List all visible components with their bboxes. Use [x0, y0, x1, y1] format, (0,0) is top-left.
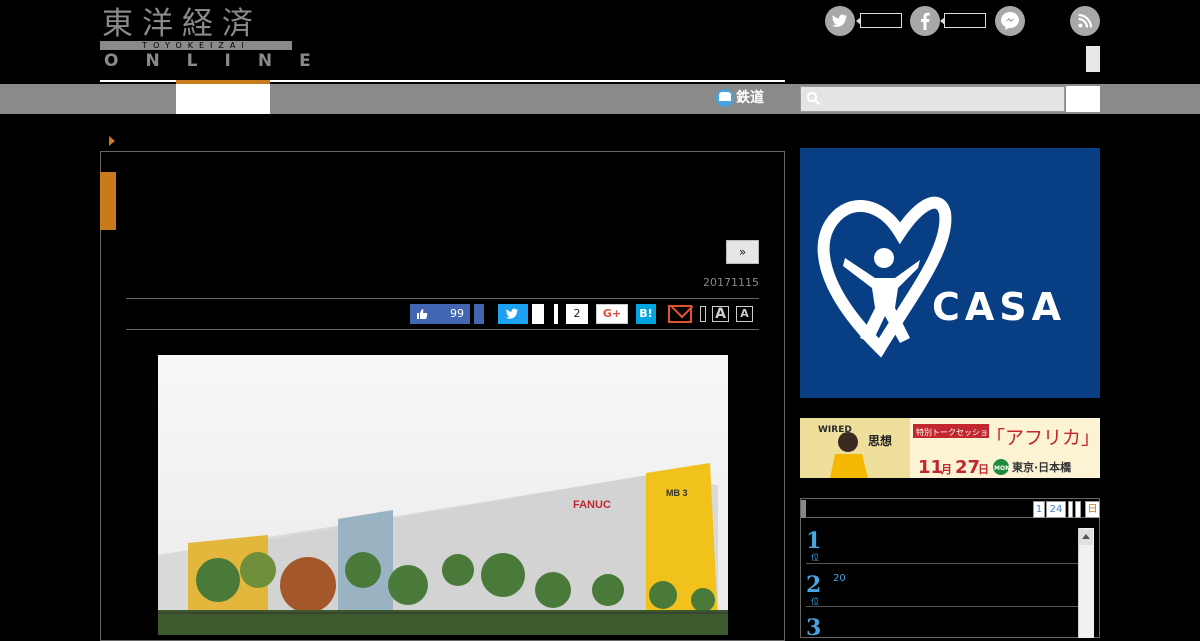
casa-ad-text: CASA [932, 285, 1067, 329]
thumbs-up-icon [417, 309, 428, 319]
tweet-button[interactable] [498, 304, 528, 324]
next-page-button[interactable]: » [726, 240, 759, 264]
ranking-tab-3[interactable] [1068, 501, 1073, 518]
wired-africa-ad-banner[interactable]: WIRED 思想 特別トークセッション 「アフリカ」 11 月 27 日 MON… [800, 418, 1100, 478]
pocket-count: 2 [566, 304, 588, 324]
twitter-bird-icon [506, 308, 518, 319]
building-sign-fanuc: FANUC [573, 499, 611, 511]
ad-date-month-num: 11 [918, 457, 943, 478]
ranking-tab-24h[interactable]: 24 [1046, 501, 1066, 518]
ranking-suffix-1: 位 [811, 553, 819, 562]
casa-ad-banner[interactable]: ® [800, 148, 1100, 398]
ranking-number-1: 1 [806, 528, 822, 554]
print-button[interactable] [700, 306, 706, 322]
casa-registered-mark: ® [907, 294, 916, 304]
logo-kanji: 東洋経済 [102, 6, 262, 42]
twitter-icon[interactable] [825, 6, 855, 36]
ad-date-month: 月 [940, 463, 952, 476]
share-bar-bottom-rule [126, 329, 759, 330]
ranking-number-3: 3 [806, 615, 822, 641]
ranking-panel [800, 498, 1100, 638]
scroll-up-arrow-icon[interactable] [1079, 529, 1093, 545]
font-size-small-button[interactable]: A [736, 306, 753, 322]
ad-shisou-label: 思想 [868, 433, 892, 448]
casa-heart-logo-icon: ® [817, 196, 952, 358]
facebook-icon[interactable] [910, 6, 940, 36]
header-side-button[interactable] [1086, 46, 1100, 72]
building-sign-mb3: MB 3 [666, 488, 688, 498]
search-input[interactable] [800, 86, 1065, 112]
google-plus-button[interactable]: G+ [596, 304, 628, 324]
facebook-like-button[interactable]: 99 [410, 304, 470, 324]
rss-icon[interactable] [1070, 6, 1100, 36]
hatena-bookmark-button[interactable]: B! [636, 304, 656, 324]
ranking-tab-4[interactable] [1075, 501, 1081, 518]
logo-online: ONLINE [104, 51, 338, 71]
ranking-separator [806, 563, 1078, 564]
ranking-tab-1h[interactable]: 1 [1033, 501, 1045, 518]
search-button[interactable] [1066, 86, 1100, 112]
messenger-icon[interactable] [995, 6, 1025, 36]
train-icon [716, 89, 734, 107]
ranking-tab-daily[interactable]: 日 [1085, 501, 1100, 518]
title-accent-bar [100, 172, 116, 230]
ad-date-day: 27 [955, 457, 980, 478]
facebook-share-button[interactable] [474, 304, 484, 324]
ranking-number-2: 2 [806, 572, 822, 598]
like-count: 99 [450, 307, 464, 320]
article-photo: FANUC MB 3 [158, 355, 728, 635]
breadcrumb-arrow-icon [109, 136, 115, 146]
site-logo[interactable]: 東洋経済 TOYOKEIZAI ONLINE [100, 6, 311, 72]
logo-romaji: TOYOKEIZAI [142, 41, 250, 50]
font-size-large-button[interactable]: A [712, 306, 729, 322]
ad-session-label: 特別トークセッション [916, 427, 996, 437]
ad-place: 東京·日本橋 [1012, 460, 1072, 474]
search-icon [806, 91, 821, 106]
ranking-separator [806, 606, 1078, 607]
ranking-header-marker [801, 500, 806, 518]
mail-icon[interactable] [668, 305, 692, 323]
ad-weekday: MON [994, 465, 1010, 472]
facebook-count-box [940, 13, 986, 28]
ranking-item-2-title[interactable]: 20 [833, 573, 846, 584]
ad-title: 「アフリカ」 [986, 427, 1100, 449]
nav-item-railway[interactable]: 鉄道 [736, 89, 764, 107]
logo-romaji-bar: TOYOKEIZAI [100, 41, 292, 50]
tweet-count-box [532, 304, 544, 324]
nav-tab-active[interactable] [176, 84, 270, 114]
ad-date-suffix: 日 [978, 463, 989, 476]
pocket-button[interactable] [554, 304, 558, 324]
twitter-count-box [856, 13, 902, 28]
share-bar-top-rule [126, 298, 759, 299]
article-date: 20171115 [703, 276, 759, 289]
